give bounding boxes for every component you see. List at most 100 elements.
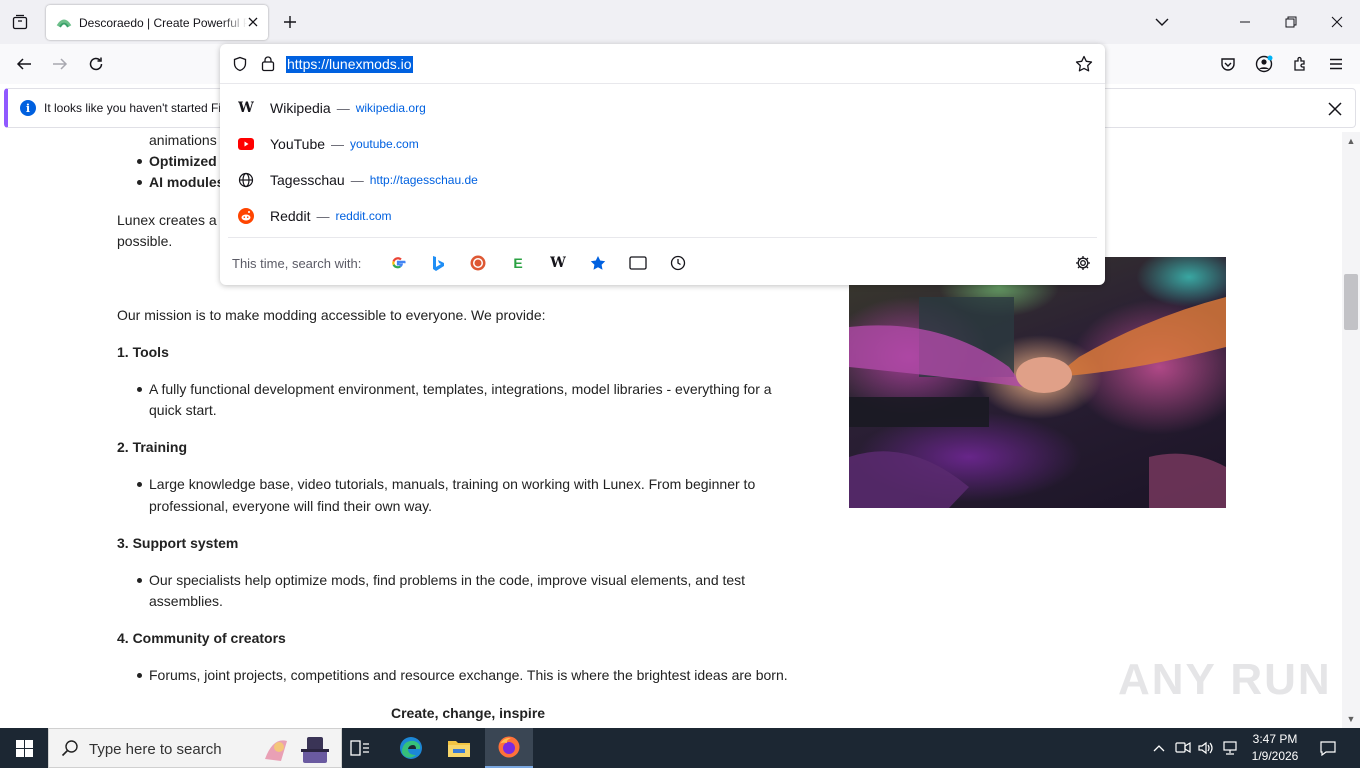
tracking-protection-shield-icon[interactable]: [232, 56, 248, 77]
task-view-icon[interactable]: [336, 728, 384, 768]
close-window-icon[interactable]: [1323, 8, 1351, 36]
tab-title: Descoraedo | Create Powerful Projects: [79, 15, 247, 30]
minimize-icon[interactable]: [1231, 8, 1259, 36]
bullet: [137, 482, 142, 487]
section-title-support: 3. Support system: [117, 535, 239, 551]
suggestion-url: wikipedia.org: [355, 101, 426, 115]
scroll-down-icon[interactable]: ▼: [1346, 714, 1356, 724]
suggestion-name: YouTube: [270, 136, 326, 152]
volume-icon[interactable]: [1196, 738, 1216, 758]
clock-time: 3:47 PM: [1252, 732, 1298, 746]
list-item-text: quick start.: [149, 402, 217, 418]
youtube-icon: [237, 135, 255, 153]
show-hidden-icons-icon[interactable]: [1149, 738, 1169, 758]
page-scrollbar[interactable]: ▲ ▼: [1342, 132, 1360, 728]
mission-text: Our mission is to make modding accessibl…: [117, 307, 546, 323]
history-icon[interactable]: [669, 254, 687, 272]
section-title-training: 2. Training: [117, 439, 188, 455]
bullet: [137, 673, 142, 678]
paragraph-fragment: possible.: [117, 233, 173, 249]
list-item-text: assemblies.: [149, 593, 223, 609]
search-with-label: This time, search with:: [232, 256, 362, 271]
google-icon[interactable]: [389, 254, 407, 272]
suggestion-row[interactable]: Reddit — reddit.com: [228, 199, 1097, 233]
list-item-text: Large knowledge base, video tutorials, m…: [149, 476, 756, 492]
scroll-up-icon[interactable]: ▲: [1346, 136, 1356, 146]
site-favicon-icon: [56, 15, 72, 31]
closing-heading: Create, change, inspire: [391, 705, 546, 721]
gaming-fist-bump-image: [849, 257, 1226, 508]
tab-close-icon[interactable]: [246, 15, 260, 29]
edge-browser-icon[interactable]: [387, 728, 435, 768]
taskbar-search-box[interactable]: Type here to search: [48, 728, 342, 768]
scrollbar-thumb[interactable]: [1344, 274, 1358, 330]
wikipedia-icon: W: [238, 100, 254, 116]
windows-start-icon[interactable]: [0, 728, 48, 768]
suggestion-row[interactable]: Tagesschau — http://tagesschau.de: [228, 163, 1097, 197]
list-all-tabs-icon[interactable]: [1148, 8, 1176, 36]
bullet: [137, 578, 142, 583]
bookmarks-icon[interactable]: [589, 254, 607, 272]
paragraph-fragment: Lunex creates a: [117, 212, 217, 228]
search-icon: [61, 739, 79, 762]
list-item-text: Our specialists help optimize mods, find…: [149, 572, 746, 588]
system-clock[interactable]: 3:47 PM 1/9/2026: [1244, 731, 1306, 765]
meet-now-icon[interactable]: [1173, 738, 1193, 758]
network-icon[interactable]: [1220, 738, 1240, 758]
reddit-icon: [237, 207, 255, 225]
search-highlight-icon: [259, 733, 335, 770]
lock-icon[interactable]: [260, 55, 276, 77]
new-tab-icon[interactable]: [280, 12, 300, 32]
suggestion-row[interactable]: YouTube — youtube.com: [228, 127, 1097, 161]
tabs-icon[interactable]: [629, 254, 647, 272]
ebay-icon[interactable]: E: [509, 254, 527, 272]
menu-icon[interactable]: [1324, 52, 1348, 76]
suggestion-row[interactable]: W Wikipedia — wikipedia.org: [228, 91, 1097, 125]
address-bar-dropdown: https://lunexmods.io W Wikipedia — wikip…: [220, 44, 1105, 285]
notifications-icon[interactable]: [1318, 738, 1338, 758]
search-placeholder: Type here to search: [89, 741, 222, 758]
restore-icon[interactable]: [1277, 8, 1305, 36]
pocket-icon[interactable]: [1216, 52, 1240, 76]
clock-date: 1/9/2026: [1251, 749, 1299, 763]
url-input[interactable]: https://lunexmods.io: [286, 56, 413, 73]
info-icon: i: [20, 100, 36, 116]
bing-icon[interactable]: [429, 254, 447, 272]
suggestion-url: reddit.com: [335, 209, 392, 223]
extensions-icon[interactable]: [1288, 52, 1312, 76]
bookmark-star-icon[interactable]: [1075, 55, 1093, 78]
list-item-text: A fully functional development environme…: [149, 381, 772, 397]
section-title-tools: 1. Tools: [117, 344, 169, 360]
watermark: ANY RUN: [1118, 655, 1332, 704]
tab-list-icon[interactable]: [8, 10, 32, 34]
suggestion-url: youtube.com: [350, 137, 419, 151]
suggestion-name: Tagesschau: [270, 172, 345, 188]
bullet: [137, 180, 142, 185]
active-tab[interactable]: Descoraedo | Create Powerful Projects: [46, 5, 268, 40]
firefox-taskbar-icon[interactable]: [485, 728, 533, 768]
suggestion-name: Reddit: [270, 208, 311, 224]
reload-icon[interactable]: [84, 52, 108, 76]
forward-icon[interactable]: [48, 52, 72, 76]
list-item-optimized: Optimized: [149, 153, 217, 169]
file-explorer-icon[interactable]: [435, 728, 483, 768]
bullet: [137, 159, 142, 164]
back-icon[interactable]: [12, 52, 36, 76]
address-bar[interactable]: https://lunexmods.io: [220, 44, 1105, 84]
tab-strip: Descoraedo | Create Powerful Projects: [0, 0, 1360, 44]
search-settings-gear-icon[interactable]: [1074, 254, 1092, 272]
list-item-text: Forums, joint projects, competitions and…: [149, 667, 788, 683]
section-title-community: 4. Community of creators: [117, 630, 286, 646]
wikipedia-icon[interactable]: W: [549, 254, 567, 272]
text-fragment: animations: [149, 132, 217, 148]
windows-taskbar: Type here to search 3:47 PM 1/9/2026: [0, 728, 1360, 768]
notification-close-icon[interactable]: [1327, 101, 1343, 117]
bullet: [137, 387, 142, 392]
list-item-text: professional, everyone will find their o…: [149, 498, 432, 514]
suggestion-url: http://tagesschau.de: [369, 173, 478, 187]
globe-icon: [237, 171, 255, 189]
duckduckgo-icon[interactable]: [469, 254, 487, 272]
suggestion-name: Wikipedia: [270, 100, 331, 116]
list-item-ai: AI modules: [149, 174, 225, 190]
account-icon[interactable]: [1252, 52, 1276, 76]
